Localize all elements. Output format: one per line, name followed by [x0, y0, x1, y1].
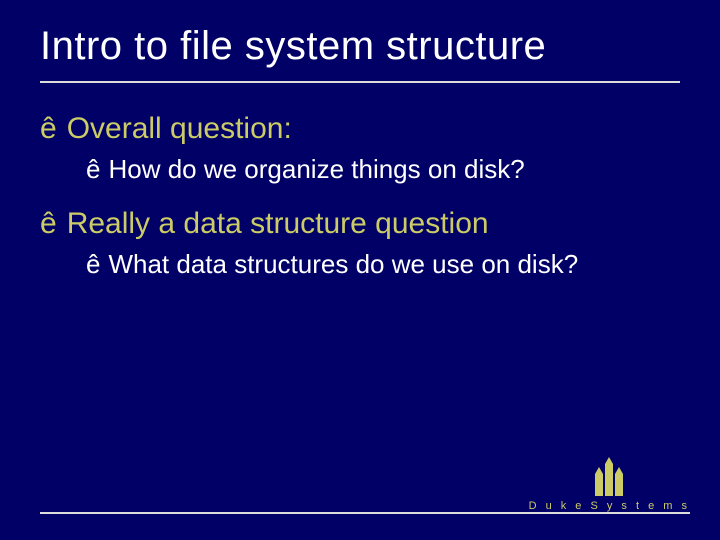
- footer-rule: [40, 512, 690, 514]
- bullet-text: What data structures do we use on disk?: [108, 248, 578, 281]
- bullet-marker: ê: [40, 111, 57, 147]
- slide: Intro to file system structure ê Overall…: [0, 0, 720, 540]
- duke-towers-icon: [595, 456, 623, 496]
- bullet-marker: ê: [86, 153, 100, 186]
- slide-footer: D u k e S y s t e m s: [40, 512, 690, 514]
- bullet-marker: ê: [40, 206, 57, 242]
- footer-brand-text: D u k e S y s t e m s: [529, 500, 690, 512]
- bullet-level1: ê Really a data structure question: [40, 206, 680, 242]
- bullet-marker: ê: [86, 248, 100, 281]
- bullet-text: How do we organize things on disk?: [108, 153, 524, 186]
- footer-brand: D u k e S y s t e m s: [529, 456, 690, 512]
- bullet-level1: ê Overall question:: [40, 111, 680, 147]
- bullet-text: Really a data structure question: [67, 206, 489, 242]
- bullet-level2: ê What data structures do we use on disk…: [86, 248, 680, 281]
- bullet-level2: ê How do we organize things on disk?: [86, 153, 680, 186]
- slide-content: ê Overall question: ê How do we organize…: [0, 83, 720, 280]
- slide-title: Intro to file system structure: [0, 0, 720, 77]
- bullet-text: Overall question:: [67, 111, 292, 147]
